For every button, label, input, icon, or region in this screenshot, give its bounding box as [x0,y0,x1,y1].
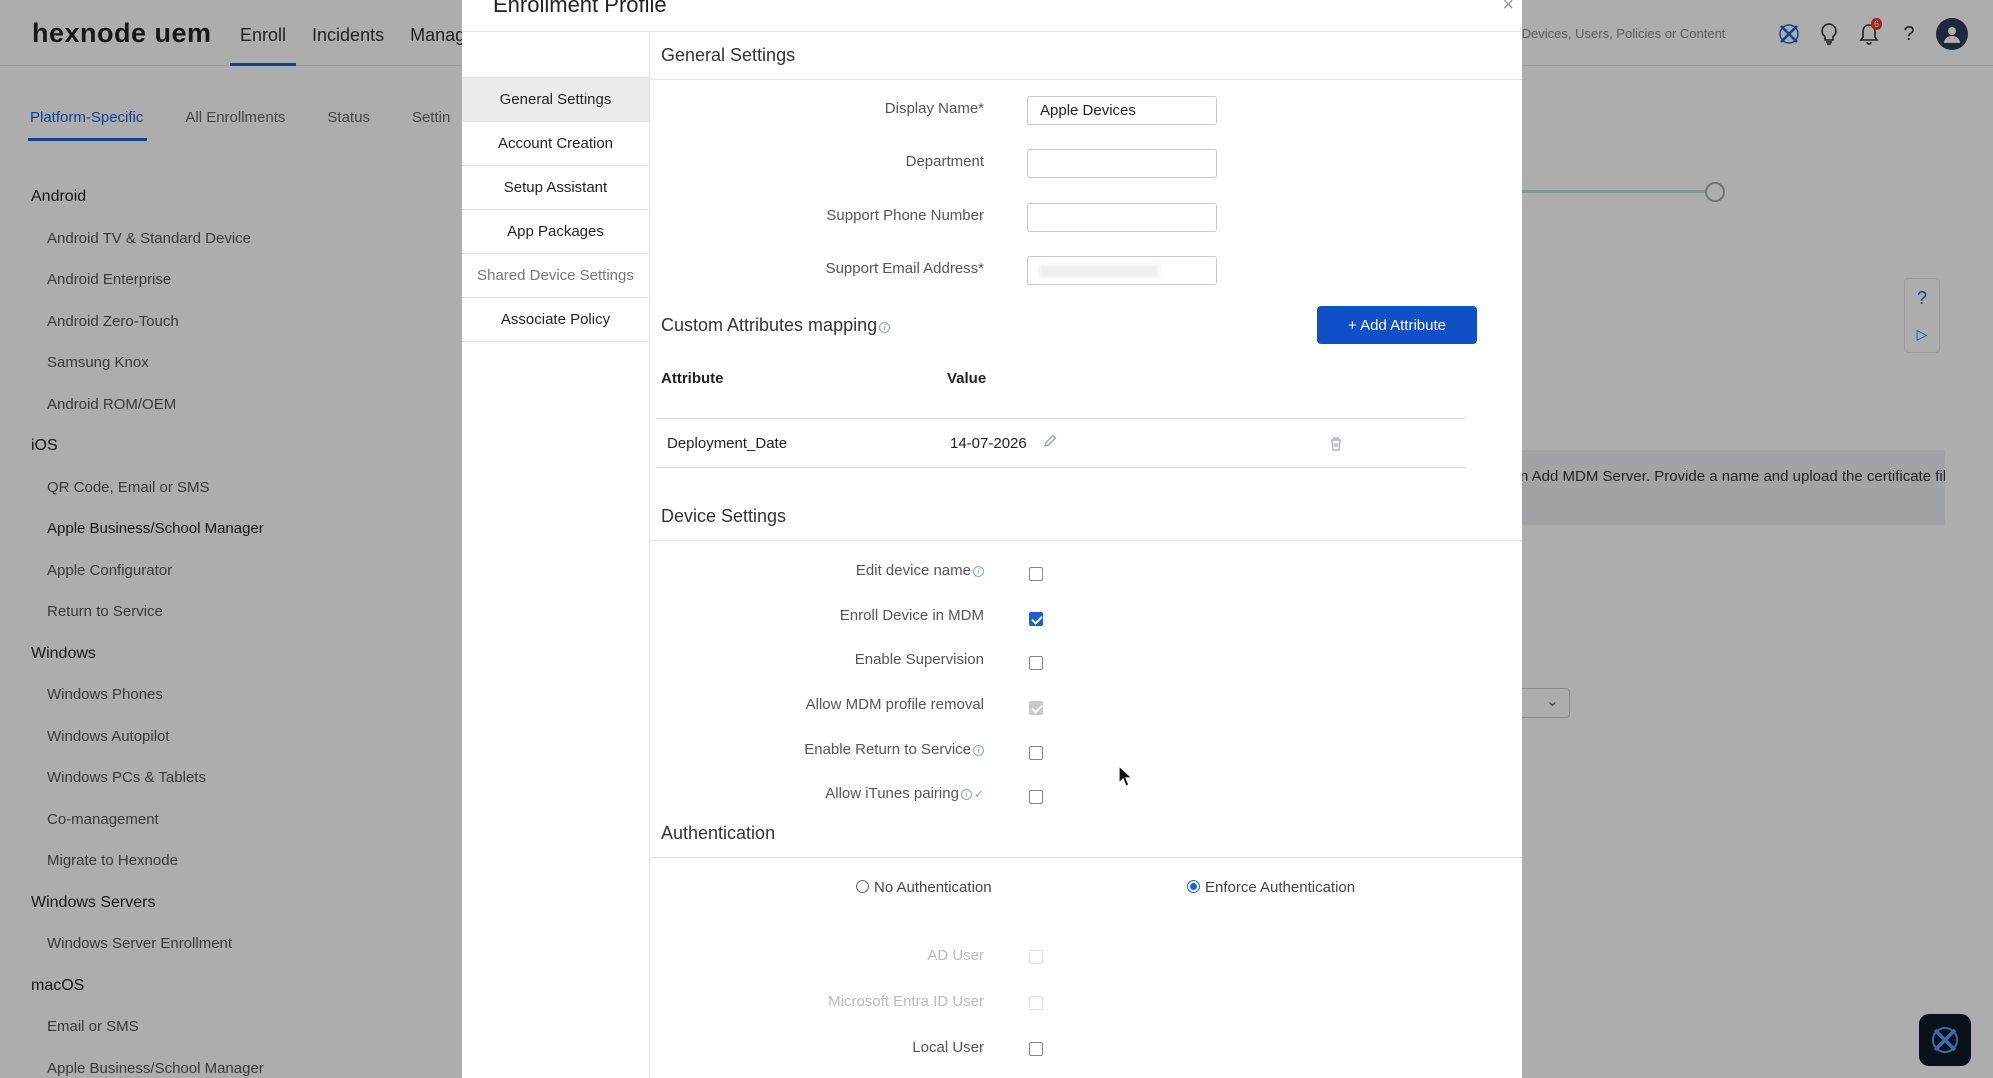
department-label: Department [905,153,984,170]
verified-check-icon: ✓ [973,787,984,801]
allow-itunes-pairing-checkbox[interactable] [1029,790,1043,804]
mnav-associate-policy[interactable]: Associate Policy [462,298,649,342]
close-icon[interactable]: × [1502,0,1514,17]
mnav-general-settings[interactable]: General Settings [462,78,649,122]
enable-supervision-label: Enable Supervision [854,651,984,668]
enrollment-profile-modal: Enrollment Profile × General Settings Ac… [462,0,1522,1078]
attribute-value: 14-07-2026 [950,435,1027,452]
support-email-label: Support Email Address* [825,260,984,277]
info-icon[interactable]: i [973,745,984,756]
general-settings-title: General Settings [661,45,796,65]
mnav-app-packages[interactable]: App Packages [462,210,649,254]
table-row: Deployment_Date 14-07-2026 [656,418,1466,468]
support-phone-input[interactable] [1027,203,1217,232]
modal-title: Enrollment Profile [493,0,667,17]
display-name-input[interactable] [1027,96,1217,125]
mouse-cursor-icon [1118,764,1134,794]
col-attribute: Attribute [661,370,724,387]
entra-user-checkbox [1029,996,1043,1010]
entra-user-label: Microsoft Entra ID User [828,993,984,1010]
allow-mdm-removal-checkbox [1029,701,1043,715]
mnav-shared-device-settings[interactable]: Shared Device Settings [462,254,649,298]
device-settings-title: Device Settings [661,506,787,526]
authentication-title: Authentication [661,823,776,843]
allow-itunes-pairing-label: Allow iTunes pairing i ✓ [825,785,984,802]
attribute-name: Deployment_Date [667,435,788,452]
display-name-label: Display Name* [884,100,984,117]
modal-side-nav: General Settings Account Creation Setup … [462,32,650,1078]
info-icon[interactable]: i [879,322,891,333]
no-authentication-radio[interactable] [856,880,869,893]
enroll-device-mdm-label: Enroll Device in MDM [839,607,984,624]
edit-device-name-label: Edit device name i [650,562,984,579]
custom-attributes-title: Custom Attributes mapping i [661,315,891,336]
department-input[interactable] [1027,149,1217,178]
modal-header: Enrollment Profile × [462,0,1522,32]
enforce-authentication-label[interactable]: Enforce Authentication [1205,879,1355,896]
info-icon[interactable]: i [960,789,972,800]
enroll-device-mdm-checkbox[interactable] [1029,612,1043,626]
support-phone-label: Support Phone Number [826,207,984,224]
no-authentication-label[interactable]: No Authentication [874,879,992,896]
enforce-authentication-radio[interactable] [1187,880,1200,893]
edit-device-name-checkbox[interactable] [1029,567,1043,581]
allow-mdm-removal-label: Allow MDM profile removal [805,696,984,713]
edit-pencil-icon[interactable] [1042,433,1058,453]
enable-return-to-service-label: Enable Return to Service i [650,741,984,758]
ad-user-label: AD User [927,947,984,964]
local-user-label: Local User [912,1039,984,1056]
modal-body: General Settings Display Name* Departmen… [650,32,1522,1078]
enable-supervision-checkbox[interactable] [1029,656,1043,670]
local-user-checkbox[interactable] [1029,1042,1043,1056]
mnav-setup-assistant[interactable]: Setup Assistant [462,166,649,210]
ad-user-checkbox [1029,950,1043,964]
redacted-email [1039,265,1159,277]
delete-trash-icon[interactable] [1329,436,1343,456]
info-icon[interactable]: i [973,566,984,577]
col-value: Value [947,370,987,387]
mnav-account-creation[interactable]: Account Creation [462,122,649,166]
enable-return-to-service-checkbox[interactable] [1029,746,1043,760]
add-attribute-button[interactable]: + Add Attribute [1317,306,1477,344]
